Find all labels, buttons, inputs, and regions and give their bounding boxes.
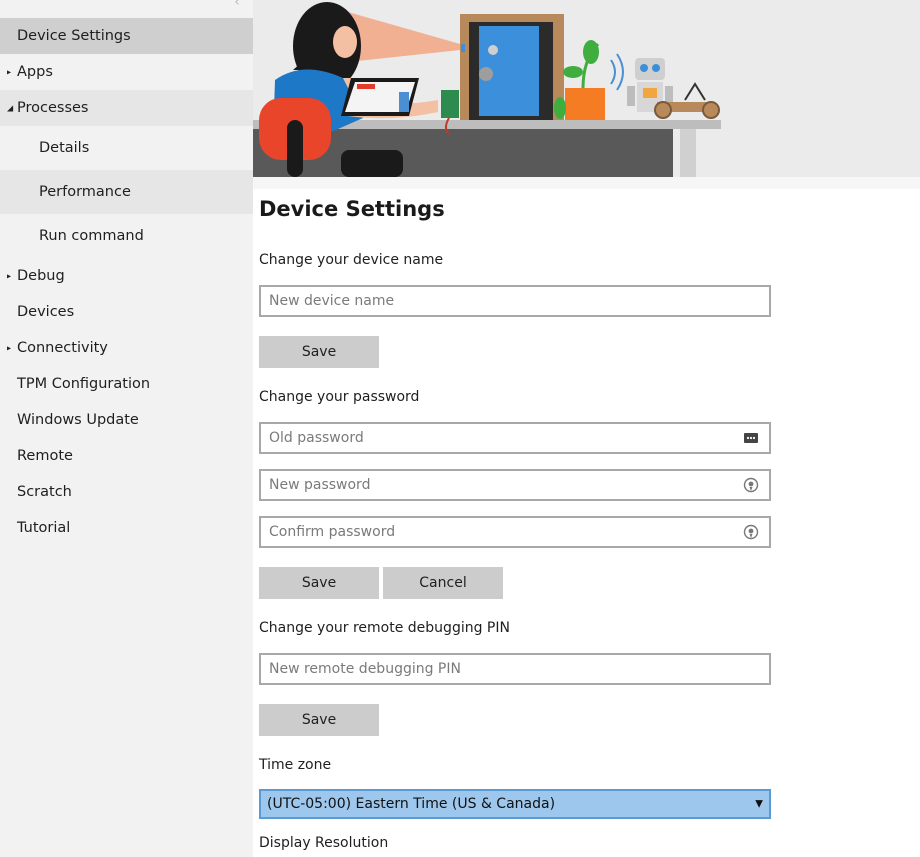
sidebar-item-label: Apps [17,64,53,80]
sidebar-item-label: Device Settings [17,28,131,44]
device-name-input[interactable] [261,287,769,315]
hero-illustration-graphic [253,0,920,189]
sidebar-item-label: Scratch [17,484,72,500]
sidebar-item-label: Connectivity [17,340,108,356]
sidebar-item-label: Tutorial [17,520,71,536]
sidebar-item-connectivity[interactable]: ▸ Connectivity [0,330,253,366]
sidebar-item-label: Processes [17,100,89,116]
display-resolution-label: Display Resolution [259,835,389,851]
sidebar-item-tpm-configuration[interactable]: TPM Configuration [0,366,253,402]
sidebar-item-windows-update[interactable]: Windows Update [0,402,253,438]
cancel-password-button[interactable]: Cancel [383,567,503,599]
sidebar-item-label: Details [39,140,90,156]
expand-arrow-icon: ▸ [7,271,12,281]
sidebar-item-label: Devices [17,304,75,320]
sidebar-item-processes[interactable]: ◢ Processes [0,90,253,126]
sidebar-item-label: Remote [17,448,73,464]
save-password-button[interactable]: Save [259,567,379,599]
device-name-label: Change your device name [259,252,444,268]
sidebar-item-label: TPM Configuration [17,376,151,392]
sidebar-item-label: Performance [39,184,131,200]
password-dots-icon[interactable] [743,430,759,446]
new-password-input[interactable] [261,471,769,499]
save-pin-button[interactable]: Save [259,704,379,736]
old-password-field[interactable] [259,422,771,454]
sidebar-item-details[interactable]: Details [0,126,253,170]
sidebar-item-performance[interactable]: Performance [0,170,253,214]
expand-arrow-icon: ▸ [7,67,12,77]
new-password-field[interactable] [259,469,771,501]
sidebar-item-device-settings[interactable]: Device Settings [0,18,253,54]
sidebar-item-remote[interactable]: Remote [0,438,253,474]
sidebar-item-label: Windows Update [17,412,139,428]
password-label: Change your password [259,389,420,405]
collapse-arrow-icon: ◢ [7,103,14,113]
timezone-value: (UTC-05:00) Eastern Time (US & Canada) [267,796,556,812]
old-password-input[interactable] [261,424,769,452]
sidebar-item-label: Debug [17,268,65,284]
confirm-password-field[interactable] [259,516,771,548]
hero-illustration [253,0,920,189]
sidebar-item-scratch[interactable]: Scratch [0,474,253,510]
timezone-label: Time zone [259,757,332,773]
expand-arrow-icon: ▸ [7,343,12,353]
page-title: Device Settings [259,197,445,221]
save-device-name-button[interactable]: Save [259,336,379,368]
sidebar-item-debug[interactable]: ▸ Debug [0,258,253,294]
reveal-password-icon[interactable] [743,477,759,493]
collapse-sidebar-icon[interactable]: ‹ [228,0,246,10]
pin-label: Change your remote debugging PIN [259,620,510,636]
sidebar-item-label: Run command [39,228,144,244]
sidebar-item-devices[interactable]: Devices [0,294,253,330]
sidebar-item-tutorial[interactable]: Tutorial [0,510,253,546]
sidebar-item-run-command[interactable]: Run command [0,214,253,258]
reveal-password-icon[interactable] [743,524,759,540]
timezone-select[interactable]: (UTC-05:00) Eastern Time (US & Canada) ▼ [259,789,771,819]
pin-field[interactable] [259,653,771,685]
confirm-password-input[interactable] [261,518,769,546]
pin-input[interactable] [261,655,769,683]
sidebar-item-apps[interactable]: ▸ Apps [0,54,253,90]
dropdown-caret-icon: ▼ [755,798,763,810]
device-name-field[interactable] [259,285,771,317]
sidebar-nav: ‹ Device Settings ▸ Apps ◢ Processes Det… [0,0,253,857]
